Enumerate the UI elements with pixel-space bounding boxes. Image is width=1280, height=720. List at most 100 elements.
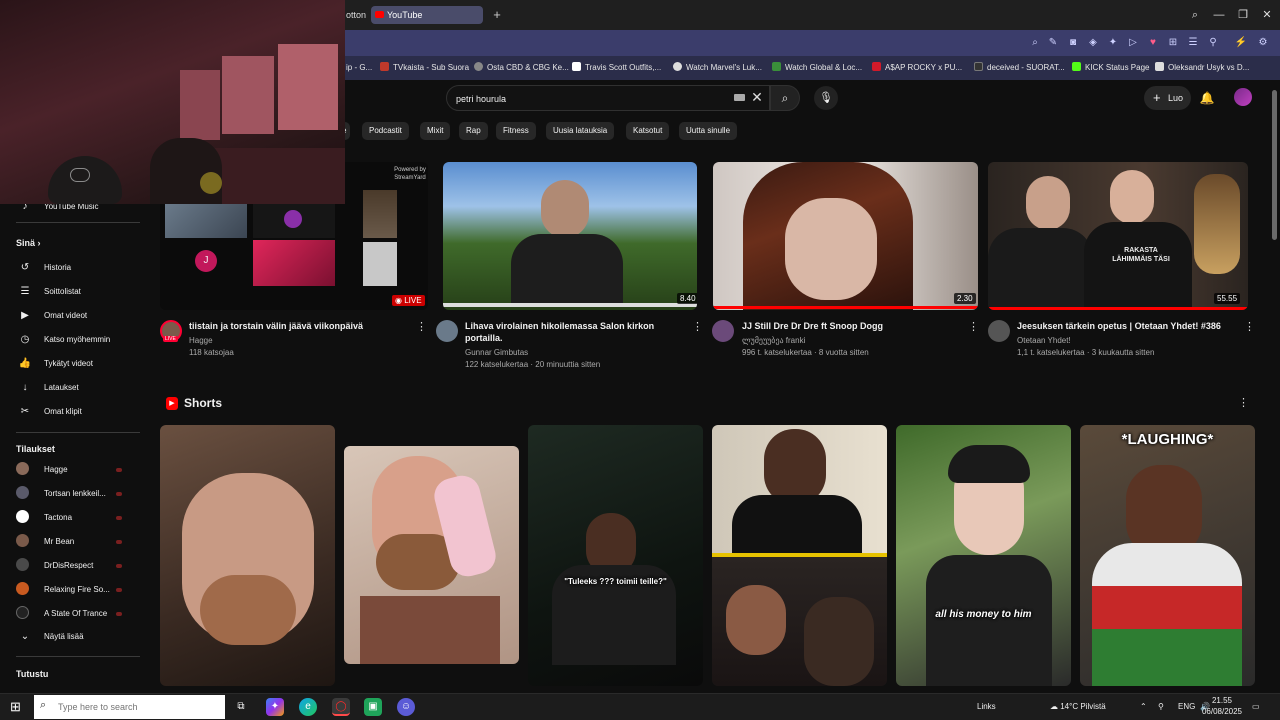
bookmark[interactable]: Osta CBD & CBG Ke... bbox=[474, 61, 569, 75]
video-channel[interactable]: Gunnar Gimbutas bbox=[465, 347, 528, 359]
bookmark[interactable]: Oleksandr Usyk vs D... bbox=[1155, 61, 1249, 75]
bookmark[interactable]: deceived - SUORAT... bbox=[974, 61, 1065, 75]
app-icon[interactable]: ▣ bbox=[364, 698, 382, 716]
video-channel[interactable]: Hagge bbox=[189, 335, 213, 347]
video-channel[interactable]: Otetaan Yhdet! bbox=[1017, 335, 1071, 347]
subscription-item[interactable]: DrDisRespect bbox=[16, 555, 140, 577]
sidebar-item-lataukset[interactable]: ↓ Lataukset bbox=[16, 377, 140, 399]
windows-start-icon[interactable]: ⊞ bbox=[10, 700, 24, 714]
shorts-more-options-icon[interactable]: ⋮ bbox=[1238, 396, 1249, 409]
clear-search-icon[interactable]: ✕ bbox=[750, 89, 764, 105]
profile-icon[interactable]: ⚲ bbox=[1206, 36, 1220, 50]
chip-mixit[interactable]: Mixit bbox=[420, 122, 451, 140]
video-thumbnail[interactable]: RAKASTA LÄHIMMÄIS TÄSI 55.55 bbox=[988, 162, 1248, 310]
taskbar-search-input[interactable] bbox=[58, 700, 218, 714]
short-thumbnail[interactable] bbox=[160, 425, 335, 686]
chip-katsotut[interactable]: Katsotut bbox=[626, 122, 670, 140]
language-indicator[interactable]: ENG bbox=[1178, 700, 1195, 714]
task-view-icon[interactable]: ⧉ bbox=[232, 698, 250, 716]
sidebar-item-soittolistat[interactable]: ☰ Soittolistat bbox=[16, 281, 140, 303]
short-thumbnail[interactable]: all his money to him bbox=[896, 425, 1071, 686]
chip-uutta-sinulle[interactable]: Uutta sinulle bbox=[679, 122, 738, 140]
bookmark[interactable]: TVkaista - Sub Suora bbox=[380, 61, 469, 75]
camera-icon[interactable]: ◙ bbox=[1066, 36, 1080, 50]
shield-icon[interactable]: ◈ bbox=[1086, 36, 1100, 50]
more-options-icon[interactable]: ⋮ bbox=[692, 320, 703, 333]
account-avatar[interactable] bbox=[1234, 88, 1252, 106]
edit-icon[interactable]: ✎ bbox=[1046, 36, 1060, 50]
tray-overflow-icon[interactable]: ⌃ bbox=[1140, 700, 1147, 714]
more-options-icon[interactable]: ⋮ bbox=[416, 320, 427, 333]
settings-icon[interactable]: ⚙ bbox=[1256, 36, 1270, 50]
bookmark[interactable]: ip - G... bbox=[346, 61, 372, 75]
short-thumbnail[interactable]: "Tuleeks ??? toimii teille?" bbox=[528, 425, 703, 686]
bookmark[interactable]: A$AP ROCKY x PU... bbox=[872, 61, 962, 75]
sidebar-you-heading[interactable]: Sinä › bbox=[16, 238, 41, 248]
short-thumbnail[interactable]: *LAUGHING* bbox=[1080, 425, 1255, 686]
copilot-icon[interactable]: ✦ bbox=[266, 698, 284, 716]
browser-tab-partial[interactable]: otton bbox=[346, 6, 368, 24]
new-tab-button[interactable]: + bbox=[489, 7, 505, 23]
show-more-button[interactable]: ⌄ Näytä lisää bbox=[16, 626, 140, 648]
sidebar-item-omat-klipit[interactable]: ✂ Omat klipit bbox=[16, 401, 140, 423]
network-icon[interactable]: ⚲ bbox=[1158, 700, 1164, 714]
taskbar-clock[interactable]: 21.55 06/08/2025 bbox=[1200, 695, 1244, 717]
subscription-item[interactable]: Hagge bbox=[16, 459, 140, 481]
zoom-icon[interactable]: ⌕ bbox=[1028, 36, 1042, 50]
discord-icon[interactable]: ☺ bbox=[397, 698, 415, 716]
taskbar-links[interactable]: Links bbox=[977, 700, 996, 714]
chip-uusia-latauksia[interactable]: Uusia latauksia bbox=[546, 122, 615, 140]
notifications-icon[interactable]: ▭ bbox=[1252, 700, 1260, 714]
keyboard-icon[interactable] bbox=[734, 94, 745, 101]
opera-browser-icon[interactable]: ◯ bbox=[332, 698, 350, 716]
subscription-item[interactable]: A State Of Trance bbox=[16, 603, 140, 625]
chip-podcastit[interactable]: Podcastit bbox=[362, 122, 409, 140]
sidebar-item-historia[interactable]: ↺ Historia bbox=[16, 257, 140, 279]
create-button[interactable]: + Luo bbox=[1144, 86, 1191, 110]
channel-avatar[interactable] bbox=[988, 320, 1010, 342]
reading-list-icon[interactable]: ⊞ bbox=[1166, 36, 1180, 50]
subscription-item[interactable]: Mr Bean bbox=[16, 531, 140, 553]
chip-rap[interactable]: Rap bbox=[459, 122, 488, 140]
play-icon[interactable]: ▷ bbox=[1126, 36, 1140, 50]
page-scrollbar[interactable] bbox=[1272, 90, 1277, 240]
bookmark[interactable]: Travis Scott Outfits,... bbox=[572, 61, 661, 75]
bookmark[interactable]: Watch Marvel's Luk... bbox=[673, 61, 762, 75]
subscription-item[interactable]: Tortsan lenkkeil... bbox=[16, 483, 140, 505]
video-title[interactable]: tiistain ja torstain välin jäävä viikonp… bbox=[189, 320, 414, 332]
microphone-icon[interactable]: 🎙 bbox=[814, 86, 838, 110]
video-title[interactable]: Jeesuksen tärkein opetus | Otetaan Yhdet… bbox=[1017, 320, 1242, 332]
heart-icon[interactable]: ♥ bbox=[1146, 36, 1160, 50]
extension-icon[interactable]: ⚡ bbox=[1234, 36, 1248, 50]
menu-icon[interactable]: ☰ bbox=[1186, 36, 1200, 50]
browser-tab-youtube[interactable]: YouTube bbox=[371, 6, 483, 24]
minimize-icon[interactable]: — bbox=[1209, 6, 1229, 24]
browser-search-icon[interactable]: ⌕ bbox=[1185, 6, 1205, 24]
subscription-item[interactable]: Tactona bbox=[16, 507, 140, 529]
restore-icon[interactable]: ❐ bbox=[1233, 6, 1253, 24]
short-thumbnail[interactable] bbox=[344, 446, 519, 664]
video-title[interactable]: JJ Still Dre Dr Dre ft Snoop Dogg bbox=[742, 320, 967, 332]
video-title[interactable]: Lihava virolainen hikoilemassa Salon kir… bbox=[465, 320, 690, 344]
sidebar-item-tykatyt-videot[interactable]: 👍 Tykätyt videot bbox=[16, 353, 140, 375]
weather-widget[interactable]: ☁ 14°C Pilvistä bbox=[1050, 700, 1106, 714]
video-thumbnail[interactable]: 2.30 bbox=[713, 162, 978, 310]
more-options-icon[interactable]: ⋮ bbox=[968, 320, 979, 333]
chip-fitness[interactable]: Fitness bbox=[496, 122, 536, 140]
notifications-bell-icon[interactable]: 🔔 bbox=[1198, 89, 1216, 107]
video-thumbnail[interactable]: 8.40 bbox=[443, 162, 697, 310]
video-channel[interactable]: ლუმეუუბეა franki bbox=[742, 335, 805, 347]
channel-avatar[interactable] bbox=[712, 320, 734, 342]
channel-avatar[interactable] bbox=[436, 320, 458, 342]
subscription-item[interactable]: Relaxing Fire So... bbox=[16, 579, 140, 601]
bookmark[interactable]: Watch Global & Loc... bbox=[772, 61, 862, 75]
puzzle-icon[interactable]: ✦ bbox=[1106, 36, 1120, 50]
sidebar-item-omat-videot[interactable]: ▶ Omat videot bbox=[16, 305, 140, 327]
sidebar-item-katso-myohemmin[interactable]: ◷ Katso myöhemmin bbox=[16, 329, 140, 351]
close-window-icon[interactable]: ✕ bbox=[1257, 6, 1277, 24]
short-thumbnail[interactable] bbox=[712, 425, 887, 686]
bookmark[interactable]: KICK Status Page bbox=[1072, 61, 1149, 75]
search-input[interactable] bbox=[456, 92, 716, 106]
edge-browser-icon[interactable]: e bbox=[299, 698, 317, 716]
more-options-icon[interactable]: ⋮ bbox=[1244, 320, 1255, 333]
